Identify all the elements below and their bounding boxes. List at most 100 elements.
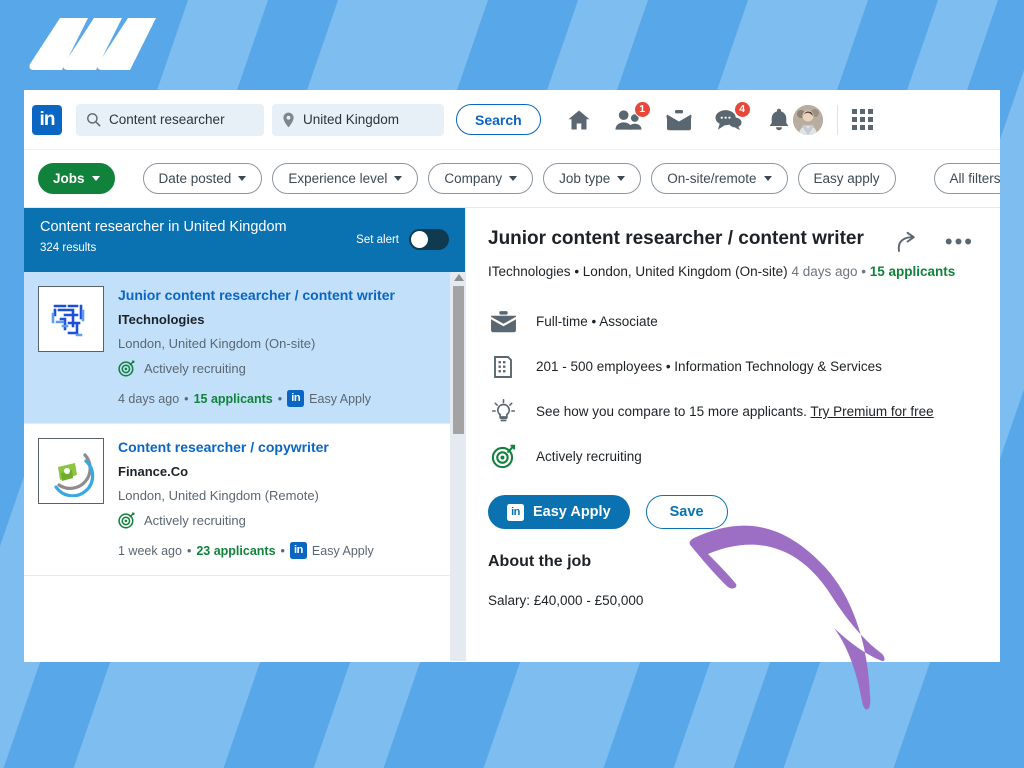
job-detail-actions: ••• bbox=[895, 228, 974, 253]
filter-jobs-label: Jobs bbox=[53, 171, 85, 186]
location-input[interactable]: United Kingdom bbox=[272, 103, 444, 136]
promo-text: See how you compare to 15 more applicant… bbox=[536, 404, 811, 419]
detail-sep: • bbox=[857, 264, 870, 279]
jobs-briefcase-icon[interactable] bbox=[665, 106, 693, 134]
building-icon bbox=[488, 355, 518, 379]
try-premium-link[interactable]: Try Premium for free bbox=[810, 404, 933, 419]
linkedin-logo-icon[interactable]: in bbox=[32, 104, 62, 135]
fact-employment-type-text: Full-time • Associate bbox=[536, 314, 658, 329]
target-icon bbox=[118, 360, 135, 377]
job-detail-facts: Full-time • Associate 201 - 500 employee… bbox=[488, 299, 974, 479]
set-alert-toggle[interactable] bbox=[409, 229, 449, 250]
nav-divider bbox=[836, 104, 838, 135]
list-item[interactable]: Junior content researcher / content writ… bbox=[24, 272, 465, 424]
chevron-down-icon bbox=[763, 176, 772, 181]
fact-employment-type: Full-time • Associate bbox=[488, 299, 974, 344]
messaging-badge: 4 bbox=[733, 100, 751, 118]
linkedin-app-window: in Content researcher United Kingdom Sea… bbox=[24, 90, 1000, 662]
detail-location: London, United Kingdom (On-site) bbox=[582, 264, 788, 279]
job-meta: 1 week ago • 23 applicants • in Easy App… bbox=[118, 542, 374, 559]
scrollbar-thumb[interactable] bbox=[453, 286, 464, 434]
job-recruiting-label: Actively recruiting bbox=[144, 361, 246, 376]
meta-dot: • bbox=[186, 543, 192, 558]
my-network-icon[interactable]: 1 bbox=[615, 100, 651, 134]
job-results-list: Content researcher in United Kingdom 324… bbox=[24, 208, 466, 661]
job-title[interactable]: Junior content researcher / content writ… bbox=[118, 287, 395, 303]
list-item[interactable]: Content researcher / copywriter Finance.… bbox=[24, 424, 465, 576]
filter-job-type-label: Job type bbox=[559, 171, 611, 186]
target-icon bbox=[488, 444, 518, 469]
filter-easy-apply[interactable]: Easy apply bbox=[797, 163, 896, 194]
detail-posted: 4 days ago bbox=[791, 264, 858, 279]
briefcase-icon bbox=[488, 310, 518, 333]
linkedin-badge-icon: in bbox=[507, 503, 524, 521]
search-keyword-value: Content researcher bbox=[109, 112, 225, 127]
detail-company: ITechnologies bbox=[488, 264, 571, 279]
location-pin-icon bbox=[283, 112, 294, 127]
chevron-down-icon bbox=[91, 176, 100, 181]
set-alert-label: Set alert bbox=[356, 233, 399, 246]
fact-premium-promo-text: See how you compare to 15 more applicant… bbox=[536, 404, 934, 419]
set-alert-control[interactable]: Set alert bbox=[356, 229, 449, 250]
filter-experience-level-label: Experience level bbox=[288, 171, 388, 186]
job-meta: 4 days ago • 15 applicants • in Easy App… bbox=[118, 390, 395, 407]
itechnologies-logo bbox=[38, 286, 104, 352]
meta-dot: • bbox=[277, 391, 283, 406]
search-input[interactable]: Content researcher bbox=[76, 103, 264, 136]
job-applicants: 15 applicants bbox=[193, 391, 273, 406]
easy-apply-label: Easy Apply bbox=[533, 504, 611, 520]
job-list-scrollbar[interactable] bbox=[450, 272, 465, 661]
job-list-header-text: Content researcher in United Kingdom 324… bbox=[40, 219, 287, 254]
apps-grid-icon[interactable] bbox=[851, 109, 873, 130]
filter-onsite-remote-label: On-site/remote bbox=[667, 171, 757, 186]
location-value: United Kingdom bbox=[303, 112, 400, 127]
save-button[interactable]: Save bbox=[645, 495, 728, 529]
fact-company-size-text: 201 - 500 employees • Information Techno… bbox=[536, 359, 882, 374]
page-title: Junior content researcher / content writ… bbox=[488, 228, 864, 249]
job-posted: 1 week ago bbox=[118, 543, 182, 558]
messaging-icon[interactable]: 4 bbox=[715, 100, 751, 134]
fact-actively-recruiting: Actively recruiting bbox=[488, 434, 974, 479]
chevron-down-icon bbox=[394, 176, 403, 181]
job-recruiting-label: Actively recruiting bbox=[144, 513, 246, 528]
home-icon[interactable] bbox=[565, 106, 593, 134]
content-area: Content researcher in United Kingdom 324… bbox=[24, 208, 1000, 661]
search-icon bbox=[87, 113, 101, 127]
avatar[interactable] bbox=[792, 104, 823, 135]
linkedin-badge-icon: in bbox=[287, 390, 305, 407]
chevron-down-icon bbox=[238, 176, 247, 181]
job-applicants: 23 applicants bbox=[196, 543, 276, 558]
filter-experience-level[interactable]: Experience level bbox=[272, 163, 419, 194]
nav-icon-group: 1 4 bbox=[565, 100, 793, 134]
chevron-down-icon bbox=[509, 176, 518, 181]
list-item-info: Content researcher / copywriter Finance.… bbox=[118, 438, 374, 559]
more-options-icon[interactable]: ••• bbox=[945, 231, 974, 253]
filter-date-posted[interactable]: Date posted bbox=[142, 163, 263, 194]
share-arrow-icon[interactable] bbox=[895, 231, 919, 253]
job-list-header: Content researcher in United Kingdom 324… bbox=[24, 208, 465, 272]
job-posted: 4 days ago bbox=[118, 391, 180, 406]
filter-jobs-button[interactable]: Jobs bbox=[38, 163, 115, 194]
lightbulb-icon bbox=[488, 398, 518, 425]
scroll-up-arrow-icon[interactable] bbox=[453, 274, 464, 281]
detail-sep: • bbox=[570, 264, 583, 279]
filter-company-label: Company bbox=[444, 171, 503, 186]
filter-date-posted-label: Date posted bbox=[158, 171, 232, 186]
meta-dot: • bbox=[184, 391, 189, 406]
filter-company[interactable]: Company bbox=[428, 163, 534, 194]
job-title[interactable]: Content researcher / copywriter bbox=[118, 439, 374, 455]
job-location: London, United Kingdom (On-site) bbox=[118, 336, 316, 351]
filter-all-filters[interactable]: All filters bbox=[933, 163, 1000, 194]
network-badge: 1 bbox=[633, 100, 651, 118]
list-item-info: Junior content researcher / content writ… bbox=[118, 286, 395, 407]
search-button[interactable]: Search bbox=[456, 104, 541, 135]
top-navigation-bar: in Content researcher United Kingdom Sea… bbox=[24, 90, 1000, 150]
job-detail-subtitle: ITechnologies • London, United Kingdom (… bbox=[488, 264, 974, 279]
fact-premium-promo: See how you compare to 15 more applicant… bbox=[488, 389, 974, 434]
filter-onsite-remote[interactable]: On-site/remote bbox=[651, 163, 788, 194]
about-the-job-heading: About the job bbox=[488, 553, 592, 570]
filter-job-type[interactable]: Job type bbox=[543, 163, 642, 194]
easy-apply-button[interactable]: in Easy Apply bbox=[488, 495, 630, 529]
notifications-bell-icon[interactable] bbox=[765, 106, 793, 134]
job-location: London, United Kingdom (Remote) bbox=[118, 488, 319, 503]
